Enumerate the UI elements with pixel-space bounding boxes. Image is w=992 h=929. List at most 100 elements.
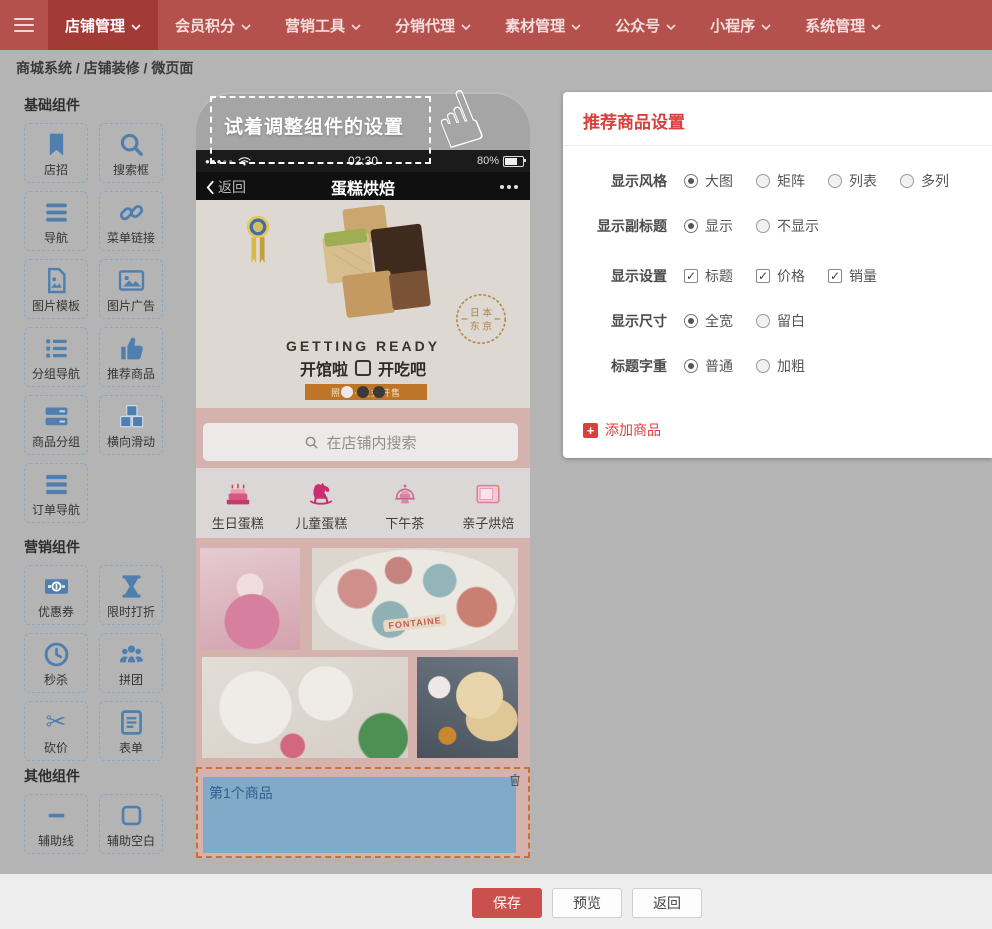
nav-bars-icon — [42, 196, 71, 228]
radio-icon[interactable] — [828, 174, 842, 188]
component-time-discount[interactable]: 限时打折 — [99, 565, 163, 625]
component-image-template[interactable]: 图片模板 — [24, 259, 88, 319]
image-grid-component[interactable]: FONTAINE — [196, 538, 530, 768]
save-button[interactable]: 保存 — [472, 888, 542, 918]
award-badge-icon — [244, 212, 272, 273]
radio-option[interactable]: 多列 — [900, 171, 949, 191]
group-title: 基础组件 — [24, 95, 172, 115]
component-shop-sign[interactable]: 店招 — [24, 123, 88, 183]
micro-page-canvas: 日 本东 京 GETTING READY 开馆啦 开吃吧 照⋯⋯正式开售 在店铺… — [196, 200, 530, 858]
radio-icon[interactable] — [756, 359, 770, 373]
category-family-baking[interactable]: 亲子烘焙 — [447, 468, 531, 538]
radio-option[interactable]: 显示 — [684, 216, 733, 236]
trash-icon[interactable] — [509, 773, 521, 792]
component-group-buy[interactable]: 拼团 — [99, 633, 163, 693]
checkbox-icon[interactable] — [828, 269, 842, 283]
fairy-cake-photo — [200, 548, 300, 650]
birthday-cake-icon — [223, 479, 253, 509]
radio-option[interactable]: 加粗 — [756, 356, 805, 376]
component-order-nav[interactable]: 订单导航 — [24, 463, 88, 523]
component-coupon[interactable]: 优惠券 — [24, 565, 88, 625]
nav-material-management[interactable]: 素材管理 — [488, 0, 598, 50]
radio-option[interactable]: 普通 — [684, 356, 733, 376]
category-kids-cake[interactable]: 儿童蛋糕 — [280, 468, 364, 538]
cube-icon — [355, 360, 371, 376]
more-icon[interactable] — [500, 185, 518, 189]
component-helper-blank[interactable]: 辅助空白 — [99, 794, 163, 854]
oven-icon — [473, 479, 503, 509]
nav-distribution-agent[interactable]: 分销代理 — [378, 0, 488, 50]
chevron-down-icon — [351, 17, 361, 34]
search-icon — [117, 128, 146, 160]
nav-member-points[interactable]: 会员积分 — [158, 0, 268, 50]
component-seckill[interactable]: 秒杀 — [24, 633, 88, 693]
radio-option[interactable]: 留白 — [756, 311, 805, 331]
radio-option[interactable]: 列表 — [828, 171, 877, 191]
nav-official-account[interactable]: 公众号 — [598, 0, 693, 50]
setting-row-subtitle: 显示副标题 显示 不显示 — [563, 211, 992, 241]
category-nav-component[interactable]: 生日蛋糕 儿童蛋糕 下午茶 亲子烘焙 — [196, 468, 530, 538]
component-nav[interactable]: 导航 — [24, 191, 88, 251]
component-image-ad[interactable]: 图片广告 — [99, 259, 163, 319]
nav-mini-program[interactable]: 小程序 — [693, 0, 788, 50]
component-recommended-goods[interactable]: 推荐商品 — [99, 327, 163, 387]
component-group-nav[interactable]: 分组导航 — [24, 327, 88, 387]
radio-option[interactable]: 不显示 — [756, 216, 819, 236]
chevron-down-icon — [761, 17, 771, 34]
back-button[interactable]: 返回 — [632, 888, 702, 918]
rocking-horse-icon — [306, 479, 336, 509]
radio-icon[interactable] — [756, 314, 770, 328]
checkbox-option[interactable]: 标题 — [684, 266, 733, 286]
chevron-down-icon — [241, 17, 251, 34]
radio-icon[interactable] — [756, 174, 770, 188]
selected-recommended-goods-component[interactable]: 第1个商品 — [196, 767, 530, 858]
checkbox-option[interactable]: 销量 — [828, 266, 877, 286]
category-birthday-cake[interactable]: 生日蛋糕 — [196, 468, 280, 538]
preview-button[interactable]: 预览 — [552, 888, 622, 918]
component-goods-group[interactable]: 商品分组 — [24, 395, 88, 455]
checkbox-icon[interactable] — [756, 269, 770, 283]
chevron-down-icon — [666, 17, 676, 34]
component-horizontal-slide[interactable]: 横向滑动 — [99, 395, 163, 455]
radio-icon[interactable] — [684, 314, 698, 328]
nav-system-management[interactable]: 系统管理 — [788, 0, 898, 50]
component-group-basic: 基础组件 店招 搜索框 导航 菜单链接 图片模板 — [24, 95, 172, 523]
radio-icon[interactable] — [756, 219, 770, 233]
category-afternoon-tea[interactable]: 下午茶 — [363, 468, 447, 538]
carousel-dots — [196, 386, 530, 398]
component-search-box[interactable]: 搜索框 — [99, 123, 163, 183]
setting-row-display-size: 显示尺寸 全宽 留白 — [563, 306, 992, 336]
component-helper-line[interactable]: 辅助线 — [24, 794, 88, 854]
radio-icon[interactable] — [684, 174, 698, 188]
component-bargain[interactable]: ✂ 砍价 — [24, 701, 88, 761]
breadcrumb: 商城系统 / 店铺装修 / 微页面 — [16, 58, 193, 78]
component-menu-link[interactable]: 菜单链接 — [99, 191, 163, 251]
radio-option[interactable]: 大图 — [684, 171, 733, 191]
radio-option[interactable]: 全宽 — [684, 311, 733, 331]
hero-banner-component[interactable]: 日 本东 京 GETTING READY 开馆啦 开吃吧 照⋯⋯正式开售 — [196, 200, 530, 408]
search-component[interactable]: 在店铺内搜索 — [196, 408, 530, 468]
setting-row-display-options: 显示设置 标题 价格 销量 — [563, 261, 992, 291]
checkbox-option[interactable]: 价格 — [756, 266, 805, 286]
page: 店铺管理 会员积分 营销工具 分销代理 素材管理 公众号 小程序 系统管理 — [0, 0, 992, 929]
nav-marketing-tools[interactable]: 营销工具 — [268, 0, 378, 50]
chevron-down-icon — [131, 17, 141, 34]
file-image-icon — [42, 264, 71, 296]
search-input[interactable]: 在店铺内搜索 — [203, 423, 518, 461]
radio-option[interactable]: 矩阵 — [756, 171, 805, 191]
hamburger-icon[interactable] — [0, 0, 48, 50]
panel-title: 推荐商品设置 — [583, 108, 685, 133]
nav-shop-management[interactable]: 店铺管理 — [48, 0, 158, 50]
settings-panel: 推荐商品设置 显示风格 大图 矩阵 列表 多列 显示副标题 显示 不显示 显示设… — [563, 92, 992, 458]
setting-row-title-weight: 标题字重 普通 加粗 — [563, 351, 992, 381]
component-form[interactable]: 表单 — [99, 701, 163, 761]
goods-placeholder-block[interactable]: 第1个商品 — [203, 777, 516, 853]
page-title: 蛋糕烘焙 — [196, 175, 530, 199]
radio-icon[interactable] — [684, 359, 698, 373]
add-goods-button[interactable]: + 添加商品 — [583, 420, 661, 440]
radio-icon[interactable] — [900, 174, 914, 188]
radio-icon[interactable] — [684, 219, 698, 233]
setting-row-display-style: 显示风格 大图 矩阵 列表 多列 — [563, 166, 992, 196]
checkbox-icon[interactable] — [684, 269, 698, 283]
goods-placeholder-label: 第1个商品 — [209, 783, 273, 803]
